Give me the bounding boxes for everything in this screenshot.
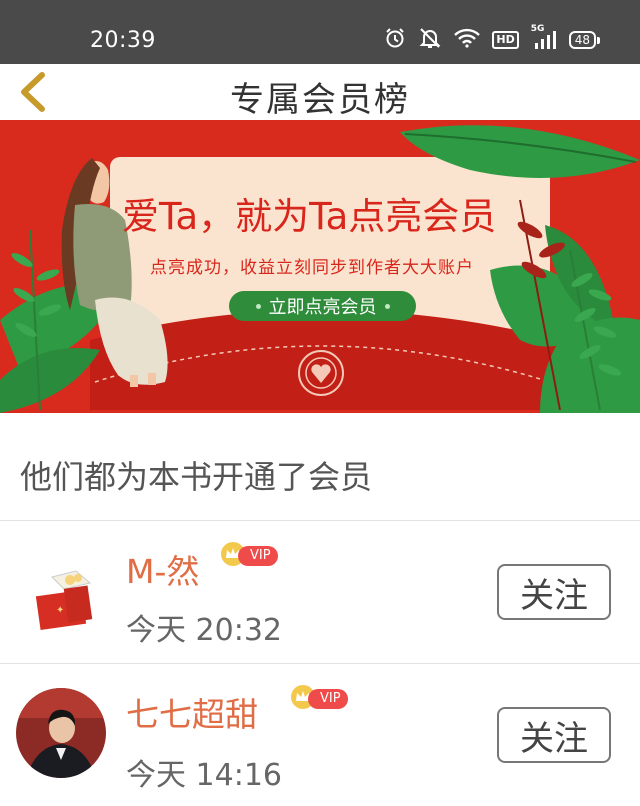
light-up-membership-button[interactable]: 立即点亮会员 bbox=[229, 291, 416, 321]
promo-banner[interactable]: 爱Ta，就为Ta点亮会员 点亮成功，收益立刻同步到作者大大账户 立即点亮会员 bbox=[0, 120, 640, 413]
follow-button[interactable]: 关注 bbox=[497, 707, 611, 763]
status-icons: HD 5G 48 bbox=[384, 24, 600, 53]
banner-headline: 爱Ta，就为Ta点亮会员 bbox=[122, 195, 497, 238]
member-row: ✦ M-然 VIP 今天 20:32 关注 bbox=[0, 521, 640, 663]
section-title: 他们都为本书开通了会员 bbox=[20, 458, 373, 496]
vip-label: VIP bbox=[238, 546, 278, 566]
join-time: 今天 14:16 bbox=[126, 758, 282, 793]
vip-label: VIP bbox=[308, 689, 348, 709]
cta-dot-right bbox=[384, 303, 390, 309]
wifi-icon bbox=[454, 28, 481, 52]
mute-icon bbox=[418, 27, 442, 53]
join-time: 今天 20:32 bbox=[126, 613, 282, 648]
member-row: 七七超甜 VIP 今天 14:16 关注 bbox=[0, 664, 640, 806]
cta-label: 立即点亮会员 bbox=[268, 297, 377, 318]
signal-icon: 5G bbox=[531, 24, 557, 51]
status-time: 20:39 bbox=[90, 28, 156, 53]
follow-button[interactable]: 关注 bbox=[497, 564, 611, 620]
hd-icon: HD bbox=[492, 31, 519, 49]
banner-subtitle: 点亮成功，收益立刻同步到作者大大账户 bbox=[150, 258, 474, 278]
member-name[interactable]: M-然 bbox=[126, 545, 199, 593]
battery-level: 48 bbox=[568, 31, 596, 49]
status-bar: 20:39 HD 5G 48 bbox=[0, 0, 640, 64]
cta-dot-left bbox=[255, 303, 261, 309]
avatar[interactable] bbox=[16, 688, 106, 778]
member-name[interactable]: 七七超甜 bbox=[126, 688, 258, 736]
title-bar: 专属会员榜 bbox=[0, 64, 640, 120]
svg-text:✦: ✦ bbox=[56, 605, 64, 616]
page-title: 专属会员榜 bbox=[230, 80, 410, 120]
alarm-icon bbox=[384, 27, 406, 53]
battery-icon: 48 bbox=[568, 31, 600, 49]
avatar[interactable]: ✦ bbox=[16, 547, 106, 637]
